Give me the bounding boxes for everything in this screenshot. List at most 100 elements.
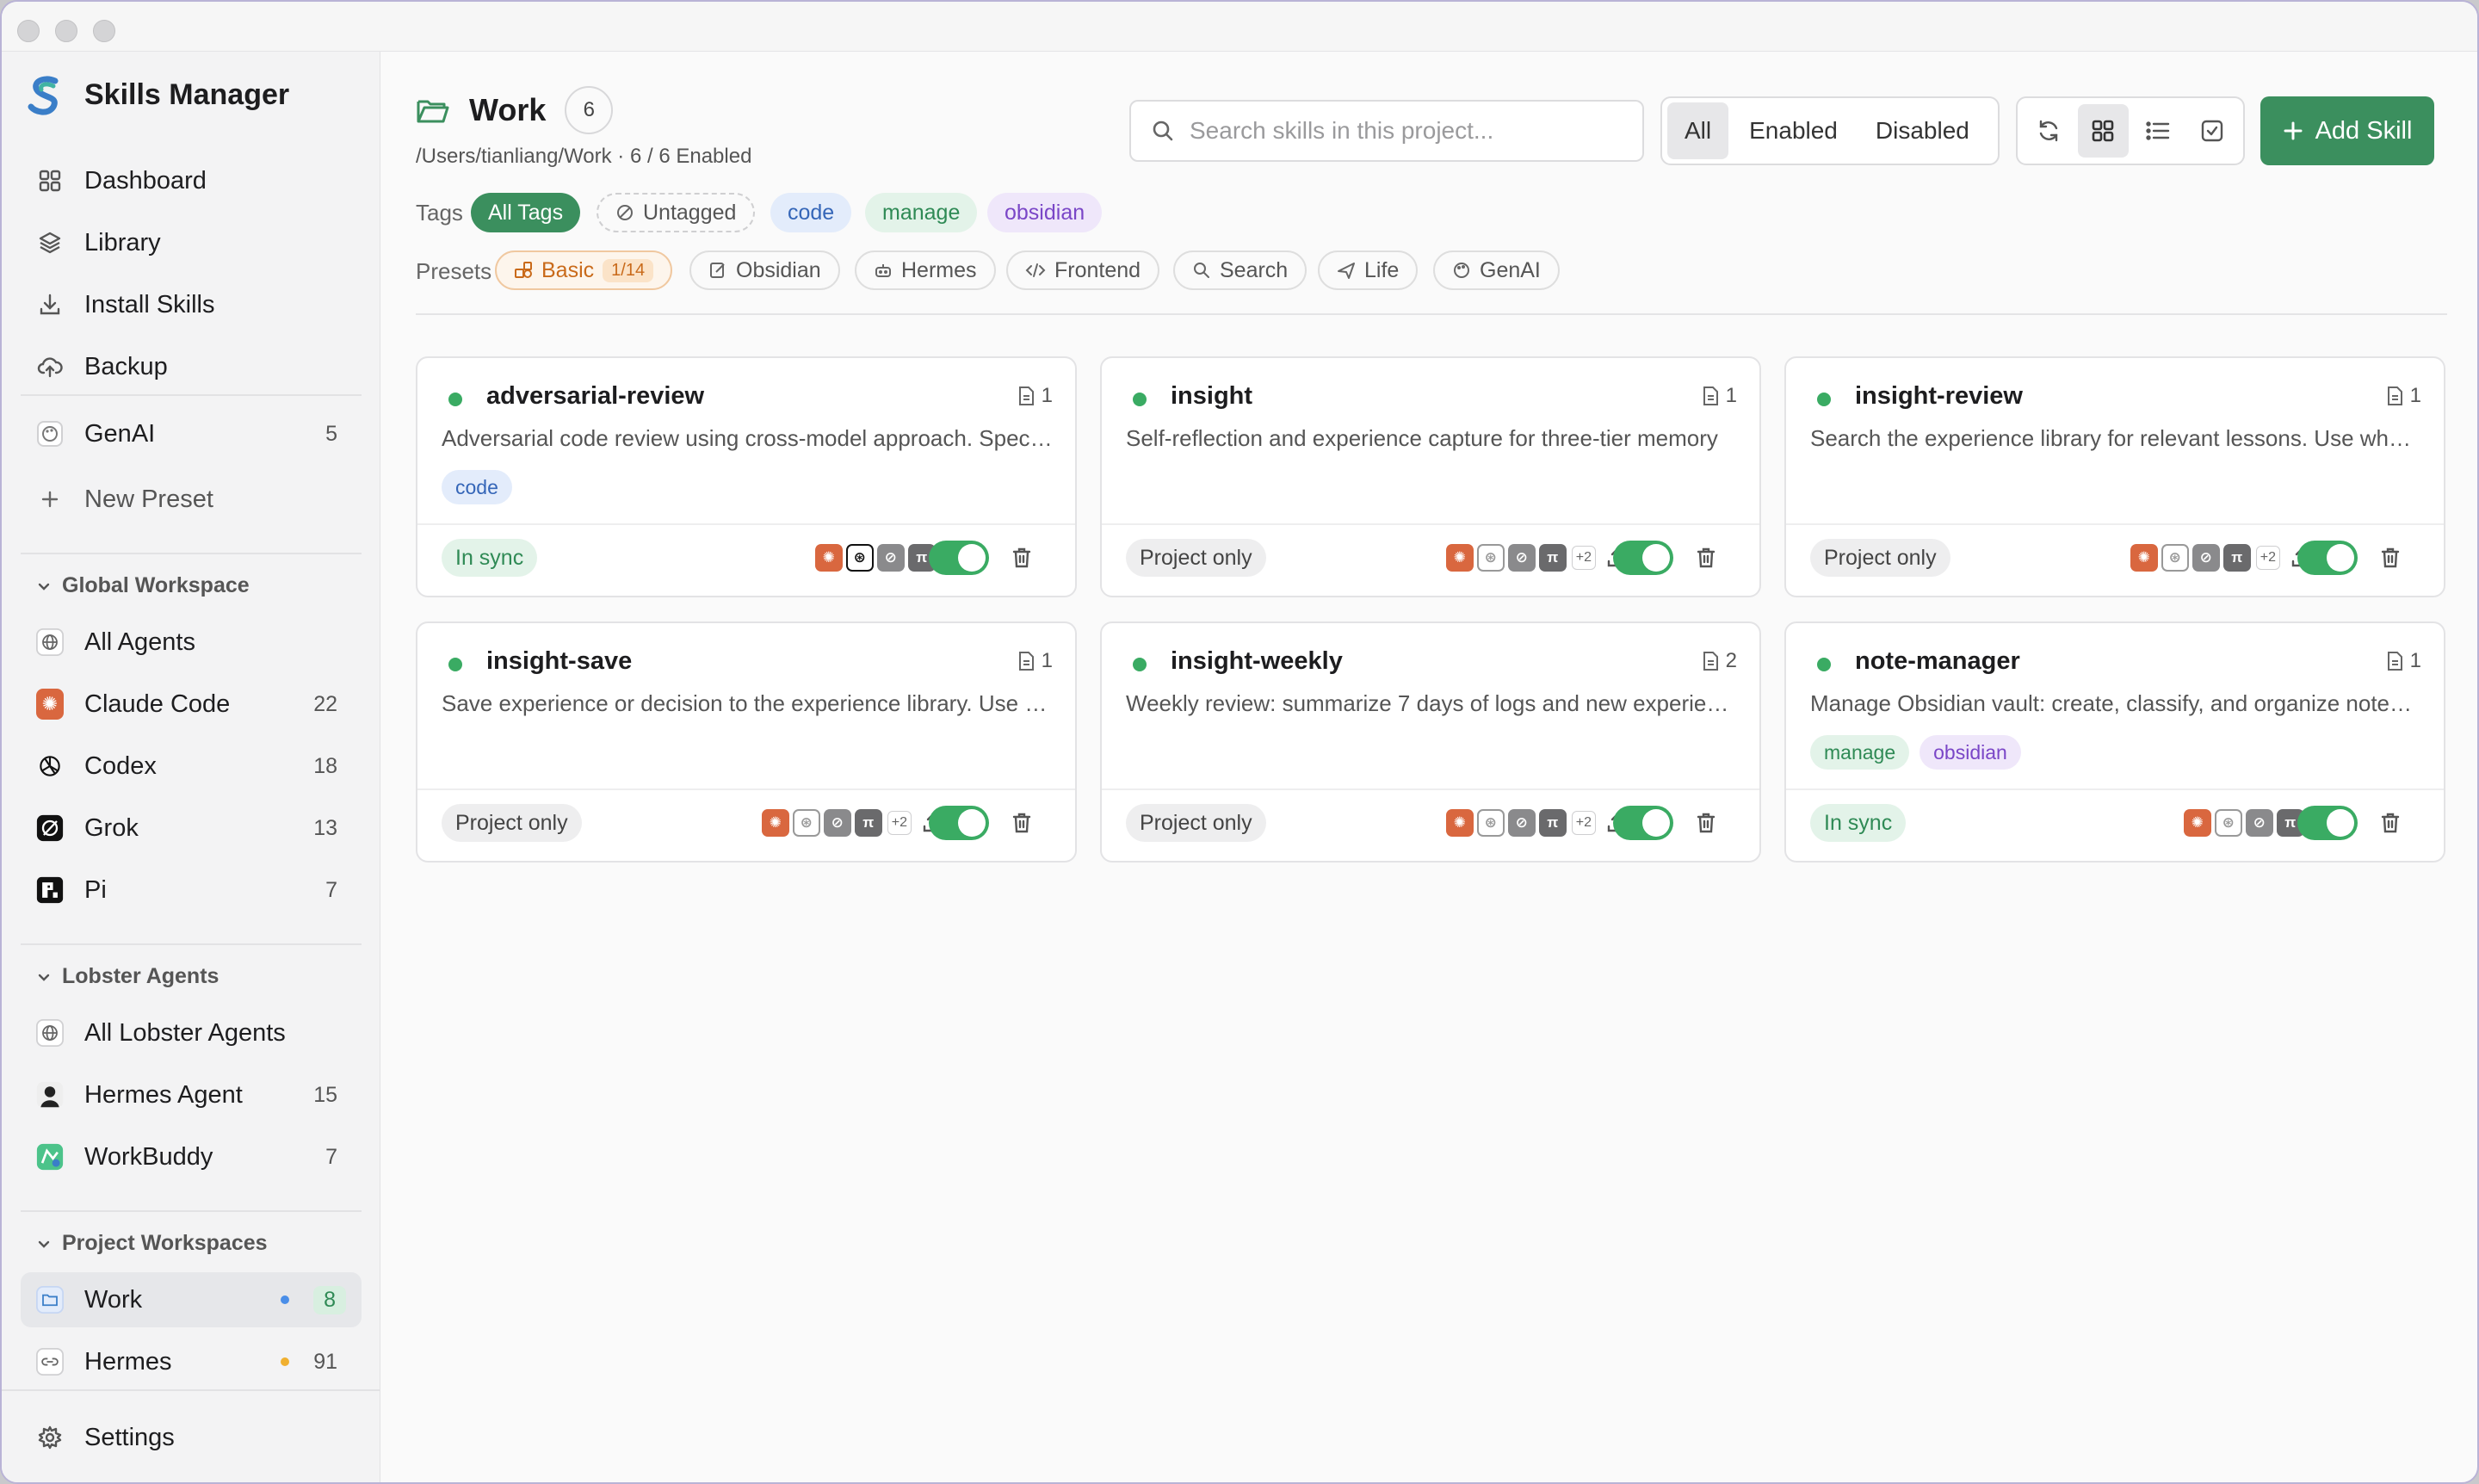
file-count-value: 1	[2409, 384, 2421, 407]
preset-basic-count: 1/14	[603, 258, 654, 282]
preset-life[interactable]: Life	[1318, 250, 1419, 290]
nav-settings-label: Settings	[84, 1423, 175, 1451]
delete-skill-button[interactable]	[1692, 809, 1720, 837]
select-mode-button[interactable]	[2187, 104, 2239, 158]
nav-backup[interactable]: Backup	[21, 339, 362, 394]
more-agents-badge[interactable]: +2	[887, 811, 912, 835]
sidebar-item-pi[interactable]: Pi 7	[21, 863, 362, 918]
filter-enabled-button[interactable]: Enabled	[1732, 102, 1855, 159]
tag-filter-code[interactable]: code	[770, 193, 852, 232]
tag-filter-manage[interactable]: manage	[865, 193, 978, 232]
grid-icon	[2092, 120, 2114, 142]
preset-obsidian[interactable]: Obsidian	[689, 250, 840, 290]
sidebar-preset-genai[interactable]: GenAI 5	[21, 406, 362, 461]
skill-name[interactable]: insight-weekly	[1171, 647, 1343, 676]
preset-basic-label: Basic	[541, 257, 595, 282]
delete-skill-button[interactable]	[1008, 544, 1035, 572]
tag-filter-all[interactable]: All Tags	[471, 193, 581, 232]
refresh-button[interactable]	[2023, 104, 2074, 158]
sidebar-item-claude-code[interactable]: ✺ Claude Code 22	[21, 677, 362, 732]
gear-icon	[36, 1424, 64, 1451]
delete-skill-button[interactable]	[2377, 544, 2404, 572]
sidebar-item-all-agents[interactable]: All Agents	[21, 615, 362, 670]
preset-basic[interactable]: Basic 1/14	[495, 250, 673, 290]
tag-filter-obsidian[interactable]: obsidian	[987, 193, 1103, 232]
preset-label: Life	[1364, 257, 1400, 282]
enable-toggle[interactable]	[929, 541, 989, 575]
skill-card[interactable]: note-manager 1 Manage Obsidian vault: crea…	[1784, 621, 2445, 863]
minimize-window-button[interactable]	[55, 20, 77, 42]
grid-view-button[interactable]	[2077, 104, 2129, 158]
close-window-button[interactable]	[17, 20, 40, 42]
sidebar-item-project-hermes[interactable]: Hermes 91	[21, 1334, 362, 1389]
skill-card[interactable]: insight 1 Self-reflection and experience c…	[1100, 356, 1761, 597]
skill-name[interactable]: insight-review	[1855, 382, 2023, 411]
enable-toggle[interactable]	[1613, 806, 1673, 840]
preset-frontend[interactable]: Frontend	[1006, 250, 1160, 290]
claude-icon: ✺	[36, 689, 64, 720]
nav-dashboard[interactable]: Dashboard	[21, 153, 362, 208]
sidebar-item-count: 13	[313, 815, 337, 840]
view-toolbar	[2016, 96, 2245, 165]
sidebar-item-grok[interactable]: Grok 13	[21, 801, 362, 856]
openai-icon: ⊛	[2161, 544, 2189, 572]
nav-settings[interactable]: Settings	[21, 1410, 362, 1465]
skill-card[interactable]: insight-review 1 Search the experience lib…	[1784, 356, 2445, 597]
more-agents-badge[interactable]: +2	[1571, 546, 1596, 570]
preset-hermes[interactable]: Hermes	[855, 250, 996, 290]
tag-filter-untagged[interactable]: Untagged	[597, 193, 756, 232]
skill-tag[interactable]: manage	[1810, 735, 1910, 770]
delete-skill-button[interactable]	[1692, 544, 1720, 572]
sidebar-item-workbuddy[interactable]: WorkBuddy 7	[21, 1129, 362, 1184]
skill-name[interactable]: insight	[1171, 382, 1252, 411]
nav-library[interactable]: Library	[21, 215, 362, 270]
preset-genai[interactable]: GenAI	[1433, 250, 1560, 290]
enable-toggle[interactable]	[2297, 541, 2358, 575]
more-agents-badge[interactable]: +2	[2255, 546, 2280, 570]
skill-card[interactable]: adversarial-review 1 Adversarial code revi…	[416, 356, 1077, 597]
sidebar-item-label: Hermes	[84, 1347, 172, 1376]
delete-skill-button[interactable]	[1008, 809, 1035, 837]
trash-icon	[1012, 813, 1031, 833]
skill-tag[interactable]: code	[442, 470, 512, 504]
skill-name[interactable]: note-manager	[1855, 647, 2020, 676]
add-skill-button[interactable]: Add Skill	[2260, 96, 2434, 165]
skill-name[interactable]: adversarial-review	[486, 382, 704, 411]
preset-search[interactable]: Search	[1173, 250, 1308, 290]
claude-icon: ✺	[1445, 544, 1474, 572]
skill-name[interactable]: insight-save	[486, 647, 632, 676]
sidebar-divider	[21, 943, 362, 945]
toggle-knob	[2327, 809, 2354, 837]
search-box[interactable]	[1129, 100, 1644, 162]
grok-icon: ⊘	[1507, 544, 1536, 572]
nav-install-skills[interactable]: Install Skills	[21, 277, 362, 332]
sidebar-item-project-work[interactable]: Work 8	[21, 1272, 362, 1327]
new-preset-button[interactable]: New Preset	[21, 472, 362, 527]
skill-card[interactable]: insight-weekly 2 Weekly review: summarize …	[1100, 621, 1761, 863]
filter-disabled-button[interactable]: Disabled	[1858, 102, 1987, 159]
skill-card[interactable]: insight-save 1 Save experience or decision…	[416, 621, 1077, 863]
sidebar-item-label: Work	[84, 1285, 143, 1314]
delete-skill-button[interactable]	[2377, 809, 2404, 837]
sidebar-item-codex[interactable]: Codex 18	[21, 739, 362, 794]
sidebar-preset-label: GenAI	[84, 419, 156, 448]
sidebar-item-hermes-agent[interactable]: Hermes Agent 15	[21, 1067, 362, 1122]
bot-icon	[875, 264, 891, 277]
lobster-agents-header[interactable]: Lobster Agents	[36, 964, 219, 989]
more-agents-badge[interactable]: +2	[1571, 811, 1596, 835]
zoom-window-button[interactable]	[93, 20, 115, 42]
enable-toggle[interactable]	[929, 806, 989, 840]
enable-toggle[interactable]	[2297, 806, 2358, 840]
sidebar-preset-count: 5	[325, 421, 337, 446]
skill-tag[interactable]: obsidian	[1920, 735, 2021, 770]
list-view-button[interactable]	[2132, 104, 2184, 158]
global-workspace-header[interactable]: Global Workspace	[36, 573, 250, 598]
sidebar-item-all-lobster-agents[interactable]: All Lobster Agents	[21, 1005, 362, 1060]
filter-all-button[interactable]: All	[1667, 102, 1729, 159]
project-workspaces-header[interactable]: Project Workspaces	[36, 1231, 268, 1256]
search-input[interactable]	[1190, 117, 1620, 145]
search-icon	[1153, 121, 1173, 141]
sync-status-badge: Project only	[442, 804, 582, 842]
file-count-value: 1	[1725, 384, 1737, 407]
enable-toggle[interactable]	[1613, 541, 1673, 575]
